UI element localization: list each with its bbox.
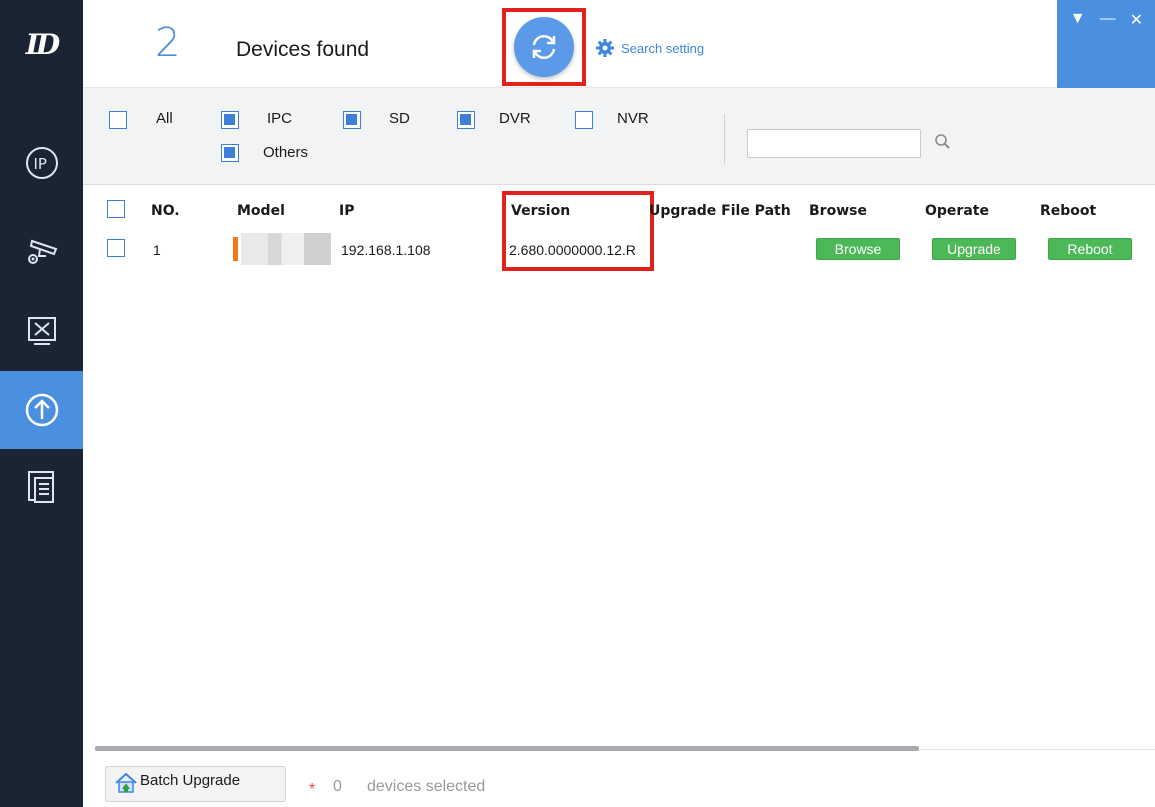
minimize-icon[interactable]: — bbox=[1100, 10, 1116, 88]
devices-found-label: Devices found bbox=[236, 38, 370, 61]
filter-all-checkbox[interactable] bbox=[109, 111, 127, 129]
sidebar-item-tools[interactable] bbox=[0, 292, 83, 370]
dropdown-menu-icon[interactable]: ▼ bbox=[1070, 10, 1086, 88]
model-value-redacted bbox=[241, 233, 331, 265]
sidebar-item-ip[interactable]: IP bbox=[0, 124, 83, 202]
column-header-model: Model bbox=[237, 203, 285, 219]
window-controls: ▼ — ✕ bbox=[1057, 0, 1155, 88]
row-no: 1 bbox=[153, 242, 161, 258]
row-select-checkbox[interactable] bbox=[107, 239, 125, 257]
refresh-button[interactable] bbox=[514, 17, 574, 77]
reboot-button[interactable]: Reboot bbox=[1048, 238, 1132, 260]
row-ip: 192.168.1.108 bbox=[341, 242, 431, 258]
upgrade-button[interactable]: Upgrade bbox=[932, 238, 1016, 260]
footer: Batch Upgrade * 0 devices selected bbox=[83, 752, 1155, 807]
filter-sd-checkbox[interactable] bbox=[343, 111, 361, 129]
column-header-version: Version bbox=[511, 203, 571, 219]
upgrade-icon bbox=[25, 393, 58, 427]
filter-dvr-checkbox[interactable] bbox=[457, 111, 475, 129]
ip-icon: IP bbox=[25, 147, 58, 179]
column-header-operate: Operate bbox=[925, 203, 989, 219]
filter-others-checkbox[interactable] bbox=[221, 144, 239, 162]
tools-icon bbox=[27, 317, 56, 345]
column-header-reboot: Reboot bbox=[1040, 203, 1097, 219]
batch-upgrade-label: Batch Upgrade bbox=[140, 772, 241, 789]
select-all-rows-checkbox[interactable] bbox=[107, 200, 125, 218]
selected-count: 0 bbox=[333, 778, 342, 795]
filter-divider bbox=[724, 114, 725, 164]
horizontal-scrollbar[interactable] bbox=[95, 746, 919, 751]
search-setting-link[interactable]: Search setting bbox=[595, 38, 704, 58]
gear-icon bbox=[596, 39, 614, 57]
sidebar-item-upgrade[interactable] bbox=[0, 371, 83, 449]
device-count: 2 bbox=[155, 20, 181, 66]
browse-button[interactable]: Browse bbox=[816, 238, 900, 260]
sidebar: ID IP bbox=[0, 0, 83, 807]
device-search-input[interactable] bbox=[747, 129, 921, 158]
sidebar-item-camera-settings[interactable] bbox=[0, 210, 83, 288]
column-header-no: NO. bbox=[151, 203, 180, 219]
app-logo-text: ID bbox=[25, 27, 60, 61]
refresh-icon bbox=[532, 35, 556, 59]
selected-text: devices selected bbox=[367, 778, 486, 795]
row-version: 2.680.0000000.12.R bbox=[509, 242, 636, 258]
column-header-upgrade-file-path: Upgrade File Path bbox=[649, 203, 791, 219]
svg-text:IP: IP bbox=[33, 155, 46, 173]
filter-all-label: All bbox=[156, 110, 173, 127]
filter-sd-label: SD bbox=[389, 110, 410, 127]
filter-nvr-checkbox[interactable] bbox=[575, 111, 593, 129]
close-icon[interactable]: ✕ bbox=[1130, 10, 1143, 88]
camera-settings-icon bbox=[27, 239, 57, 264]
filter-others-label: Others bbox=[263, 144, 309, 161]
app-logo: ID bbox=[0, 0, 83, 88]
batch-upgrade-icon bbox=[115, 772, 137, 793]
search-setting-label: Search setting bbox=[621, 40, 705, 56]
model-status-marker bbox=[233, 237, 238, 261]
filter-ipc-label: IPC bbox=[267, 110, 293, 127]
column-header-browse: Browse bbox=[809, 203, 867, 219]
filter-nvr-label: NVR bbox=[617, 110, 649, 127]
filter-dvr-label: DVR bbox=[499, 110, 531, 127]
filter-ipc-checkbox[interactable] bbox=[221, 111, 239, 129]
device-table: NO. Model IP Version Upgrade File Path B… bbox=[83, 185, 1155, 751]
document-list-icon bbox=[27, 471, 54, 503]
refresh-highlight bbox=[502, 8, 586, 86]
sidebar-item-documents[interactable] bbox=[0, 448, 83, 526]
required-star: * bbox=[309, 781, 316, 798]
header: 2 Devices found Search setting ▼ — ✕ bbox=[83, 0, 1155, 88]
column-header-ip: IP bbox=[339, 203, 355, 219]
batch-upgrade-button[interactable]: Batch Upgrade bbox=[105, 766, 286, 802]
device-type-filter-bar: All IPC SD DVR NVR Others bbox=[83, 88, 1155, 185]
search-icon[interactable] bbox=[933, 132, 953, 152]
